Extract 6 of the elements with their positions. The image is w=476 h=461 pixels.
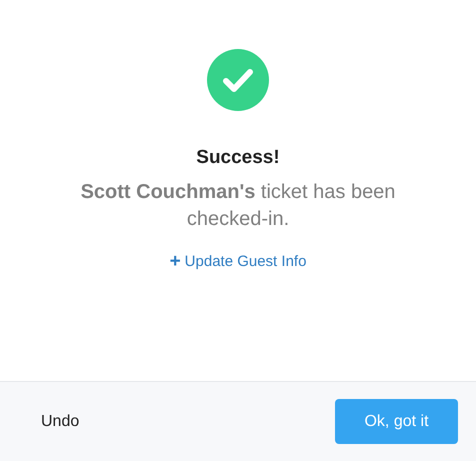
undo-button[interactable]: Undo — [0, 402, 120, 442]
success-message: Scott Couchman's ticket has been checked-in. — [80, 180, 396, 232]
dialog-title: Success! — [196, 146, 280, 170]
update-guest-info-link[interactable]: + Update Guest Info — [170, 250, 306, 273]
check-circle-icon — [207, 49, 269, 111]
confirm-button[interactable]: Ok, got it — [335, 399, 458, 444]
